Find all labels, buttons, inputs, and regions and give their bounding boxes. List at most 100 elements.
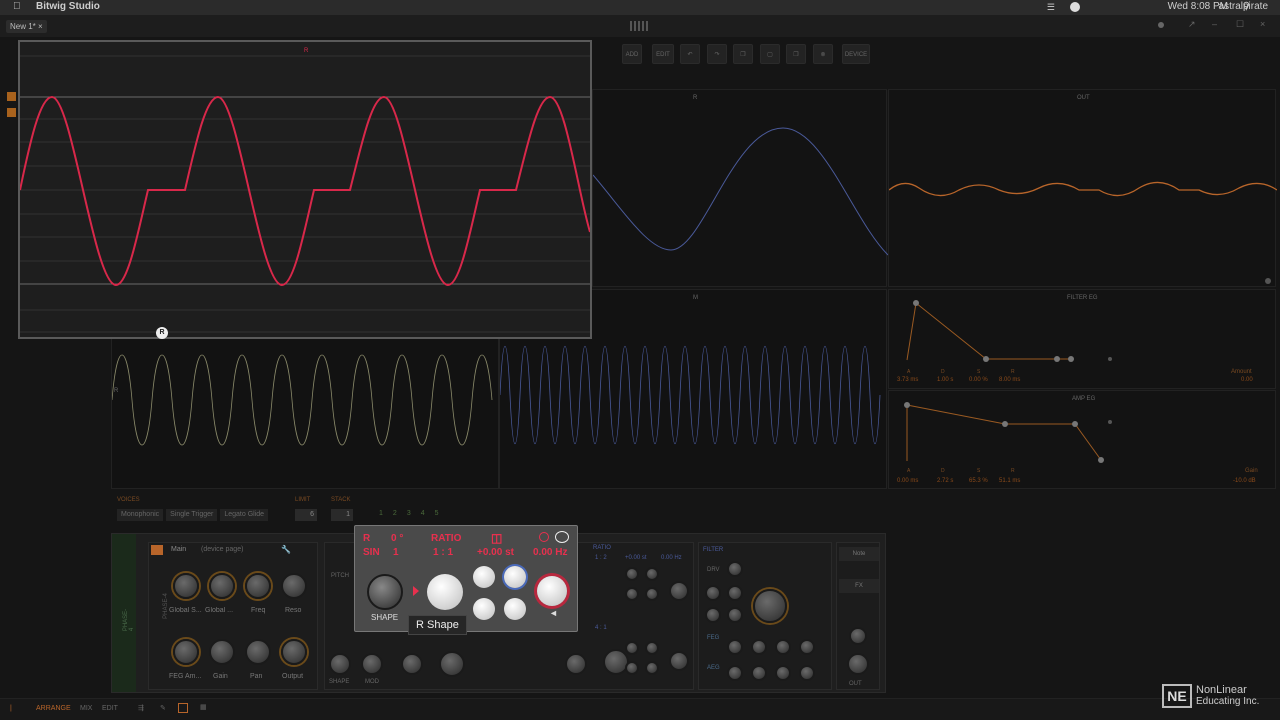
note-button[interactable]: Note bbox=[839, 547, 879, 561]
phase-reset-icon[interactable] bbox=[539, 532, 549, 542]
maximize-icon[interactable]: ☐ bbox=[1236, 19, 1244, 30]
cutoff-knob[interactable] bbox=[753, 589, 787, 623]
sidebar-toggle-2[interactable] bbox=[7, 108, 16, 117]
op-m-hz[interactable]: 0.00 Hz bbox=[661, 555, 682, 561]
paste-button[interactable]: ▢ bbox=[760, 44, 780, 64]
out-pan-knob[interactable] bbox=[849, 627, 867, 645]
minimize-icon[interactable]: – bbox=[1212, 19, 1217, 29]
stereo-link-icon[interactable] bbox=[555, 531, 569, 543]
add-button[interactable]: ADD bbox=[622, 44, 642, 64]
close-window-icon[interactable]: × bbox=[1260, 19, 1265, 29]
stack-number[interactable]: 3 bbox=[407, 510, 411, 517]
op-m-fine-knob-4[interactable] bbox=[645, 587, 659, 601]
amp-eg-gain-value[interactable]: -10.0 dB bbox=[1233, 478, 1256, 484]
macro-knob-6[interactable] bbox=[209, 639, 235, 665]
popup-mini-dial-2[interactable] bbox=[504, 566, 526, 588]
filter-eg-amount-value[interactable]: 0.00 bbox=[1241, 377, 1253, 383]
popup-wave-index[interactable]: 1 bbox=[393, 547, 399, 558]
popup-mini-dial-4[interactable] bbox=[504, 598, 526, 620]
op-m-level-knob[interactable] bbox=[669, 581, 689, 601]
stack-number[interactable]: 2 bbox=[393, 510, 397, 517]
device-power-icon[interactable] bbox=[151, 545, 163, 555]
op-m-shape-knob[interactable] bbox=[565, 653, 587, 675]
popup-semitones[interactable]: +0.00 st bbox=[477, 547, 514, 558]
macro-knob-1[interactable] bbox=[173, 573, 199, 599]
filter-eg-a-value[interactable]: 3.73 ms bbox=[897, 377, 918, 383]
fullscreen-icon[interactable]: ↗ bbox=[1188, 19, 1196, 30]
inspector-toggle-icon[interactable] bbox=[178, 703, 188, 713]
filter-knob-d[interactable] bbox=[727, 607, 743, 623]
op-m2-fine-knob-3[interactable] bbox=[625, 661, 639, 675]
sidebar-toggle-1[interactable] bbox=[7, 92, 16, 101]
wrench-icon[interactable]: 🔧 bbox=[281, 545, 291, 554]
apple-icon[interactable]:  bbox=[13, 1, 21, 12]
popup-mini-dial-1[interactable] bbox=[473, 566, 495, 588]
copy-button[interactable]: ❐ bbox=[733, 44, 753, 64]
scope-handle[interactable] bbox=[1265, 278, 1271, 284]
amp-eg-r-value[interactable]: 51.1 ms bbox=[999, 478, 1020, 484]
op-r-mod-knob[interactable] bbox=[439, 651, 465, 677]
macro-knob-2[interactable] bbox=[209, 573, 235, 599]
macro-knob-7[interactable] bbox=[245, 639, 271, 665]
stack-number[interactable]: 1 bbox=[379, 510, 383, 517]
zoom-r-badge[interactable]: R bbox=[156, 327, 168, 339]
grid-icon[interactable]: ⇶ bbox=[138, 704, 144, 712]
project-tab[interactable]: New 1* × bbox=[6, 20, 47, 33]
macro-knob-8[interactable] bbox=[281, 639, 307, 665]
op-m2-fine-knob-4[interactable] bbox=[645, 661, 659, 675]
limit-field[interactable]: 6 bbox=[295, 509, 317, 521]
op-m-fine-knob-3[interactable] bbox=[625, 587, 639, 601]
waveform-zoom-view[interactable]: R R bbox=[18, 40, 592, 339]
app-name[interactable]: Bitwig Studio bbox=[36, 1, 100, 12]
duplicate-button[interactable]: ❐ bbox=[786, 44, 806, 64]
op-m2-fine-knob-2[interactable] bbox=[645, 641, 659, 655]
panel-toggle-icon[interactable]: ▦ bbox=[200, 703, 207, 711]
stack-number[interactable]: 5 bbox=[435, 510, 439, 517]
op-m-fine-knob-2[interactable] bbox=[645, 567, 659, 581]
stack-field[interactable]: 1 bbox=[331, 509, 353, 521]
record-dot-icon[interactable] bbox=[1158, 22, 1164, 28]
filter-knob-a[interactable] bbox=[705, 585, 721, 601]
edit-button[interactable]: EDIT bbox=[652, 44, 674, 64]
op-m-fine-knob-1[interactable] bbox=[625, 567, 639, 581]
popup-shape-knob[interactable] bbox=[367, 574, 403, 610]
legato-glide-button[interactable]: Legato Glide bbox=[220, 509, 269, 521]
popup-mini-dial-3[interactable] bbox=[473, 598, 495, 620]
op-l-shape-knob[interactable] bbox=[329, 653, 351, 675]
amp-eg-d-value[interactable]: 2.72 s bbox=[937, 478, 953, 484]
chain-label[interactable]: Main bbox=[171, 546, 186, 553]
status-icon[interactable] bbox=[1070, 2, 1080, 12]
redo-button[interactable]: ↷ bbox=[707, 44, 727, 64]
speaker-icon[interactable]: ◄ bbox=[549, 608, 558, 618]
popup-phase[interactable]: 0 ° bbox=[391, 533, 403, 544]
aeg-knob-a[interactable] bbox=[727, 665, 743, 681]
single-trigger-button[interactable]: Single Trigger bbox=[166, 509, 218, 521]
op-m-semitones[interactable]: +0.00 st bbox=[625, 555, 647, 561]
aeg-knob-s[interactable] bbox=[775, 665, 791, 681]
out-level-knob[interactable] bbox=[847, 653, 869, 675]
op-m2-level-knob[interactable] bbox=[669, 651, 689, 671]
op-m-ratio-value[interactable]: 1 : 2 bbox=[595, 555, 607, 561]
delete-button[interactable]: ⊗ bbox=[813, 44, 833, 64]
monophonic-button[interactable]: Monophonic bbox=[117, 509, 164, 521]
popup-hz[interactable]: 0.00 Hz bbox=[533, 547, 567, 558]
filter-eg-d-value[interactable]: 1.00 s bbox=[937, 377, 953, 383]
stack-number[interactable]: 4 bbox=[421, 510, 425, 517]
wifi-icon[interactable]: ☰ bbox=[1047, 2, 1055, 13]
op-l-mod-knob[interactable] bbox=[361, 653, 383, 675]
feg-knob-a[interactable] bbox=[727, 639, 743, 655]
device-button[interactable]: DEVICE bbox=[842, 44, 870, 64]
op-r-shape-knob[interactable] bbox=[401, 653, 423, 675]
edit-tab[interactable]: EDIT bbox=[102, 705, 118, 712]
pencil-icon[interactable]: ✎ bbox=[160, 704, 166, 712]
drive-knob[interactable] bbox=[727, 561, 743, 577]
arrange-tab[interactable]: ARRANGE bbox=[36, 705, 71, 712]
fx-button[interactable]: FX bbox=[839, 579, 879, 593]
op-m2-fine-knob-1[interactable] bbox=[625, 641, 639, 655]
mix-tab[interactable]: MIX bbox=[80, 705, 92, 712]
undo-button[interactable]: ↶ bbox=[680, 44, 700, 64]
close-tab-icon[interactable]: × bbox=[38, 22, 43, 31]
aeg-knob-r[interactable] bbox=[799, 665, 815, 681]
op-m2-ratio-value[interactable]: 4 : 1 bbox=[595, 625, 607, 631]
filter-knob-b[interactable] bbox=[727, 585, 743, 601]
